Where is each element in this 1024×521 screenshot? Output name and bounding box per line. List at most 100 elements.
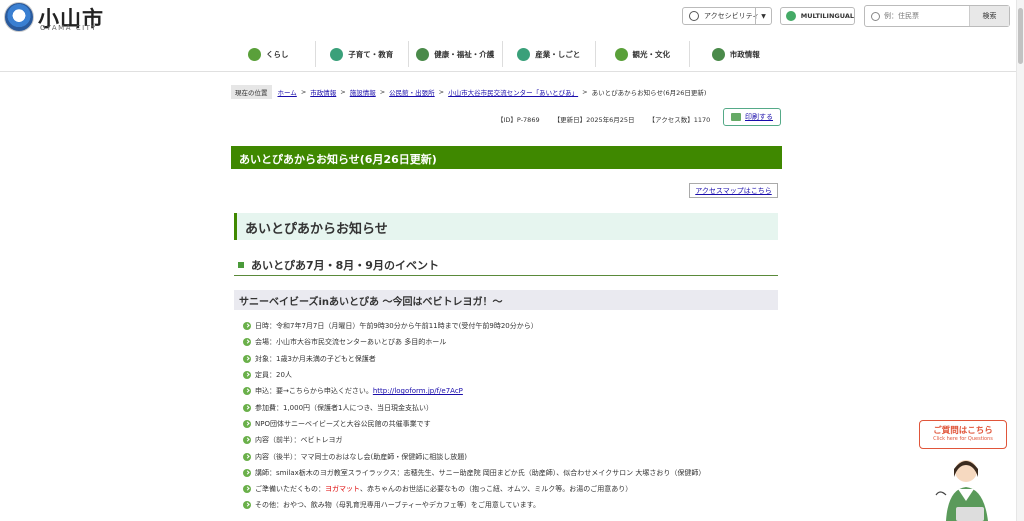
search-icon: [871, 11, 880, 21]
search-input[interactable]: [884, 12, 964, 20]
nav-label: 子育て・教育: [348, 49, 394, 59]
question-title: ご質問はこちら: [933, 426, 993, 436]
question-subtitle: Click here for Questions: [933, 436, 993, 442]
list-item-text: 会場：小山市大谷市民交流センターあいとぴあ 多目的ホール: [255, 338, 447, 347]
list-item: 定員：20人: [243, 367, 783, 383]
multilingual-button[interactable]: MULTILINGUAL: [780, 7, 855, 25]
check-bullet-icon: [243, 322, 251, 331]
check-bullet-icon: [243, 338, 251, 347]
list-item: その他：おやつ、飲み物（母乳育児専用ハーブティーやデカフェ等）をご用意しています…: [243, 497, 783, 513]
camera-icon: [614, 47, 628, 61]
list-item-text: 参加費：1,000円（保護者1人につき、当日現金支払い）: [255, 403, 434, 412]
square-bullet-icon: [238, 262, 244, 268]
list-item: 講師：smilax栃木のヨガ教室スライラックス：志穂先生、サニー助産院 岡田まど…: [243, 465, 783, 481]
briefcase-icon: [517, 47, 531, 61]
subsection-heading-text: あいとぴあ7月・8月・9月のイベント: [251, 259, 439, 272]
check-bullet-icon: [243, 403, 251, 412]
nav-label: 産業・しごと: [535, 49, 581, 59]
list-item: ご準備いただくもの： ヨガマット 、赤ちゃんのお世話に必要なもの（抱っこ紐、オムツ、…: [243, 481, 783, 497]
print-label: 印刷する: [745, 113, 773, 121]
breadcrumb-separator: >: [438, 88, 445, 96]
breadcrumb-separator: >: [379, 88, 386, 96]
breadcrumb-last: あいとぴあからお知らせ(6月26日更新): [591, 89, 707, 97]
list-item-text: ご準備いただくもの：: [255, 485, 325, 494]
nav-item-kanko[interactable]: 観光・文化: [596, 41, 690, 67]
list-item: 内容（前半）：ベビトレヨガ: [243, 432, 783, 448]
assistant-avatar[interactable]: [930, 455, 1010, 521]
list-item-text: 日時：令和7年7月7日（月曜日）午前9時30分から午前11時まで(受付午前9時2…: [255, 322, 538, 331]
laptop-icon: [956, 507, 984, 521]
access-map-link[interactable]: アクセスマップはこちら: [689, 183, 778, 198]
site-header: 小山市 OYAMA CITY アクセシビリティ ▼ MULTILINGUAL 検…: [0, 0, 1016, 36]
chevron-down-icon[interactable]: ▼: [755, 8, 771, 24]
breadcrumb-link[interactable]: 小山市大谷市民交流センター「あいとぴあ」: [448, 87, 578, 97]
vertical-scrollbar[interactable]: [1016, 0, 1024, 521]
check-bullet-icon: [243, 452, 251, 461]
page-meta: 【ID】P-7869 【更新日】2025年6月25日 【アクセス数】1170: [497, 114, 710, 124]
scrollbar-thumb[interactable]: [1018, 8, 1023, 64]
check-bullet-icon: [243, 501, 251, 510]
site-subtitle: OYAMA CITY: [40, 24, 98, 32]
nav-label: 観光・文化: [632, 49, 671, 59]
globe-icon: [786, 11, 796, 21]
access-count: 【アクセス数】1170: [648, 116, 711, 124]
check-bullet-icon: [243, 419, 251, 428]
breadcrumb-link[interactable]: ホーム: [278, 87, 297, 97]
health-icon: [416, 47, 430, 61]
printer-icon: [731, 113, 741, 121]
breadcrumb-separator: >: [300, 88, 307, 96]
list-item-text: 講師：smilax栃木のヨガ教室スライラックス：志穂先生、サニー助産院 岡田まど…: [255, 468, 706, 477]
accessibility-button[interactable]: アクセシビリティ ▼: [682, 7, 772, 25]
nav-item-kosodate[interactable]: 子育て・教育: [316, 41, 409, 67]
list-item: NPO団体サニーベイビーズと大谷公民館の共催事業です: [243, 416, 783, 432]
list-item: 会場：小山市大谷市民交流センターあいとぴあ 多目的ホール: [243, 334, 783, 350]
list-item-highlight: ヨガマット: [325, 485, 360, 494]
city-logo-icon[interactable]: [4, 2, 34, 32]
home-icon: [248, 47, 261, 61]
global-nav: くらし 子育て・教育 健康・福祉・介護 産業・しごと 観光・文化 市政情報: [222, 41, 782, 67]
list-item: 申込：要→こちらから申込ください。 http://logoform.jp/f/e7…: [243, 383, 783, 399]
search-button[interactable]: 検索: [969, 6, 1009, 26]
list-item-text: 内容（後半）：ママ同士のおはなし会(助産師・保健師に相談し放題): [255, 452, 467, 461]
event-details-list: 日時：令和7年7月7日（月曜日）午前9時30分から午前11時まで(受付午前9時2…: [243, 318, 783, 514]
section-heading: あいとぴあからお知らせ: [234, 213, 778, 240]
nav-item-kurashi[interactable]: くらし: [222, 41, 316, 67]
event-heading: サニーベイビーズinあいとぴあ ～今回はベビトレヨガ！～: [234, 290, 778, 310]
list-item: 参加費：1,000円（保護者1人につき、当日現金支払い）: [243, 399, 783, 415]
breadcrumb: 現在の位置 ホーム > 市政情報 > 施設情報 > 公民館・出張所 > 小山市大…: [231, 85, 706, 99]
application-form-link[interactable]: http://logoform.jp/f/e7AcP: [373, 387, 463, 395]
list-item-text: その他：おやつ、飲み物（母乳育児専用ハーブティーやデカフェ等）をご用意しています…: [255, 501, 540, 510]
gear-icon: [689, 11, 699, 21]
check-bullet-icon: [243, 485, 251, 494]
list-item: 内容（後半）：ママ同士のおはなし会(助産師・保健師に相談し放題): [243, 448, 783, 464]
list-item: 日時：令和7年7月7日（月曜日）午前9時30分から午前11時まで(受付午前9時2…: [243, 318, 783, 334]
list-item: 対象：1歳3か月未満の子どもと保護者: [243, 351, 783, 367]
avatar-hand: [935, 491, 947, 496]
nav-label: 市政情報: [729, 49, 760, 59]
breadcrumb-separator: >: [582, 88, 588, 96]
list-item-text: 内容（前半）：ベビトレヨガ: [255, 436, 343, 445]
list-item-text: 申込：要→こちらから申込ください。: [255, 387, 373, 396]
breadcrumb-link[interactable]: 公民館・出張所: [389, 87, 435, 97]
check-bullet-icon: [243, 468, 251, 477]
nav-item-sangyo[interactable]: 産業・しごと: [503, 41, 596, 67]
nav-label: 健康・福祉・介護: [434, 49, 495, 59]
question-button[interactable]: ご質問はこちら Click here for Questions: [919, 420, 1007, 449]
nav-label: くらし: [266, 49, 289, 59]
breadcrumb-link[interactable]: 施設情報: [350, 87, 376, 97]
child-icon: [330, 47, 344, 61]
accessibility-label: アクセシビリティ: [704, 12, 760, 20]
multilingual-label: MULTILINGUAL: [800, 12, 854, 20]
check-bullet-icon: [243, 387, 251, 396]
page-id: 【ID】P-7869: [497, 116, 540, 124]
print-button[interactable]: 印刷する: [723, 108, 781, 126]
page-title: あいとぴあからお知らせ(6月26日更新): [231, 146, 782, 169]
breadcrumb-separator: >: [340, 88, 346, 96]
info-icon: [711, 47, 725, 61]
check-bullet-icon: [243, 354, 251, 363]
breadcrumb-link[interactable]: 市政情報: [310, 87, 336, 97]
check-bullet-icon: [243, 371, 251, 380]
subsection-heading: あいとぴあ7月・8月・9月のイベント: [234, 255, 778, 276]
nav-item-shisei[interactable]: 市政情報: [690, 41, 783, 67]
nav-item-kenko[interactable]: 健康・福祉・介護: [409, 41, 503, 67]
